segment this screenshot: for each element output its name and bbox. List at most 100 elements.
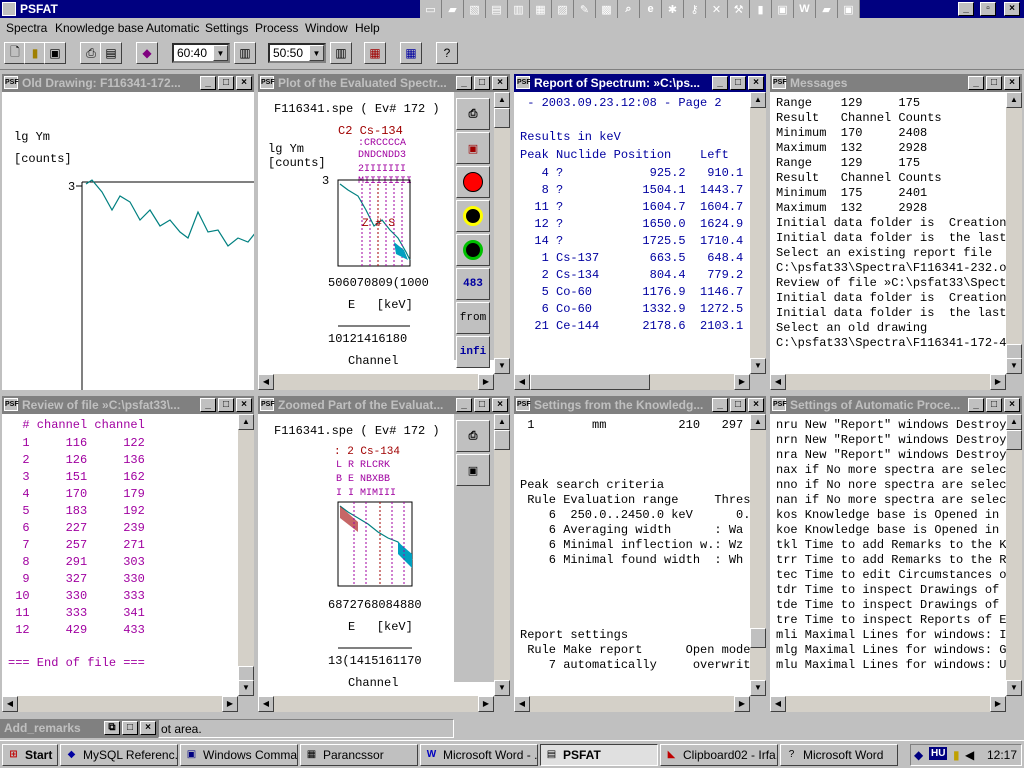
minimize-button[interactable]: _ (712, 398, 728, 412)
scroll-up-icon[interactable]: ▲ (750, 414, 766, 430)
maximize-button[interactable]: □ (986, 398, 1002, 412)
scroll-down-icon[interactable]: ▼ (1006, 680, 1022, 696)
maximize-button[interactable]: ▫ (980, 2, 996, 16)
scroll-thumb[interactable] (530, 374, 650, 390)
minimize-button[interactable]: _ (200, 398, 216, 412)
scroll-down-icon[interactable]: ▼ (750, 358, 766, 374)
horizontal-scrollbar[interactable]: ◀ ▶ (258, 374, 494, 390)
settings-icon[interactable]: ✱ (662, 0, 684, 18)
card-icon[interactable]: ▦ (530, 0, 552, 18)
settings-automatic-text[interactable]: nru New "Report" windows Destroy nrn New … (770, 414, 1006, 696)
scroll-up-icon[interactable]: ▲ (494, 92, 510, 108)
scroll-right-icon[interactable]: ▶ (990, 374, 1006, 390)
vertical-scrollbar[interactable]: ▲ ▼ (750, 92, 766, 374)
messages-text[interactable]: Range 129 175 Result Channel Counts Minimu… (770, 92, 1006, 374)
print-zoomed-button[interactable]: ⎙ (456, 420, 490, 452)
vertical-scrollbar[interactable]: ▲ ▼ (1006, 414, 1022, 696)
minimize-button[interactable]: _ (712, 76, 728, 90)
green-marker-button[interactable] (456, 234, 490, 266)
scroll-thumb[interactable] (494, 108, 510, 128)
maximize-button[interactable]: □ (730, 398, 746, 412)
scroll-left-icon[interactable]: ◀ (258, 696, 274, 712)
close-button[interactable]: × (1004, 398, 1020, 412)
copy-icon[interactable]: ▧ (464, 0, 486, 18)
save-plot-button[interactable]: ▣ (456, 132, 490, 164)
window-icon[interactable]: ▣ (772, 0, 794, 18)
scroll-down-icon[interactable]: ▼ (494, 358, 510, 374)
scroll-up-icon[interactable]: ▲ (238, 414, 254, 430)
task-word-1[interactable]: W Microsoft Word - ... (420, 744, 538, 766)
scroll-down-icon[interactable]: ▼ (1006, 358, 1022, 374)
vertical-scrollbar[interactable]: ▲ ▼ (494, 92, 510, 374)
ratio-apply-button-1[interactable]: ▥ (234, 42, 256, 64)
minimize-button[interactable]: _ (456, 76, 472, 90)
minimize-button[interactable]: _ (968, 76, 984, 90)
horizontal-scrollbar[interactable]: ◀ ▶ (258, 696, 494, 712)
note-icon[interactable]: ▩ (596, 0, 618, 18)
maximize-button[interactable]: □ (986, 76, 1002, 90)
yellow-marker-button[interactable] (456, 200, 490, 232)
scroll-right-icon[interactable]: ▶ (222, 696, 238, 712)
save-zoomed-button[interactable]: ▣ (456, 454, 490, 486)
scroll-up-icon[interactable]: ▲ (1006, 414, 1022, 430)
scroll-down-icon[interactable]: ▼ (494, 680, 510, 696)
zip-icon[interactable]: ▰ (816, 0, 838, 18)
scroll-left-icon[interactable]: ◀ (514, 696, 530, 712)
scroll-up-icon[interactable]: ▲ (750, 92, 766, 108)
search-icon[interactable]: ⌕ (618, 0, 640, 18)
task-word-2[interactable]: ? Microsoft Word (780, 744, 898, 766)
open-icon[interactable]: ▰ (442, 0, 464, 18)
knowledge-book-button[interactable]: ◆ (136, 42, 158, 64)
edit-icon[interactable]: ✎ (574, 0, 596, 18)
ratio-select-2[interactable]: 50:50 ▼ (268, 43, 326, 63)
scroll-down-icon[interactable]: ▼ (750, 680, 766, 696)
maximize-button[interactable]: □ (218, 76, 234, 90)
vertical-scrollbar[interactable]: ▲ ▼ (750, 414, 766, 696)
menu-process[interactable]: Process (255, 21, 298, 35)
menu-help[interactable]: Help (355, 21, 380, 35)
range-from-button[interactable]: from (456, 302, 490, 334)
page-icon[interactable]: ▤ (486, 0, 508, 18)
minimize-button[interactable]: _ (968, 398, 984, 412)
minimize-button[interactable]: _ (200, 76, 216, 90)
vertical-scrollbar[interactable]: ▲ ▼ (1006, 92, 1022, 374)
scroll-right-icon[interactable]: ▶ (734, 374, 750, 390)
close-button[interactable]: × (236, 76, 252, 90)
save-button[interactable]: ▣ (44, 42, 66, 64)
scroll-left-icon[interactable]: ◀ (2, 696, 18, 712)
close-button[interactable]: × (492, 398, 508, 412)
cascade-button[interactable]: ▦ (400, 42, 422, 64)
task-psfat[interactable]: ▤ PSFAT (540, 744, 658, 766)
open-file-button[interactable]: ▮ (24, 42, 46, 64)
close-button[interactable]: × (140, 721, 156, 735)
scroll-thumb[interactable] (494, 430, 510, 450)
print-button[interactable]: ⎙ (80, 42, 102, 64)
task-clipboard[interactable]: ◣ Clipboard02 - Irfa... (660, 744, 778, 766)
scroll-right-icon[interactable]: ▶ (478, 696, 494, 712)
menu-settings[interactable]: Settings (205, 21, 248, 35)
key-icon[interactable]: ⚷ (684, 0, 706, 18)
review-text[interactable]: # channel channel 1 116 122 2 126 136 3 … (2, 414, 238, 696)
scroll-left-icon[interactable]: ◀ (770, 374, 786, 390)
print-plot-button[interactable]: ⎙ (456, 98, 490, 130)
maximize-button[interactable]: □ (218, 398, 234, 412)
folder-icon[interactable]: ▭ (420, 0, 442, 18)
red-marker-button[interactable] (456, 166, 490, 198)
vertical-scrollbar[interactable]: ▲ ▼ (494, 414, 510, 696)
minimized-window-add-remarks[interactable]: Add_remarks ⧉ □ × (0, 719, 158, 738)
range-infinite-button[interactable]: infi (456, 336, 490, 368)
ratio-select-1[interactable]: 60:40 ▼ (172, 43, 230, 63)
scroll-left-icon[interactable]: ◀ (258, 374, 274, 390)
ratio-apply-button-2[interactable]: ▥ (330, 42, 352, 64)
task-mysql[interactable]: ◆ MySQL Referenc... (60, 744, 178, 766)
menu-automatic[interactable]: Automatic (146, 21, 199, 35)
clipboard-icon[interactable]: ▥ (508, 0, 530, 18)
scroll-right-icon[interactable]: ▶ (990, 696, 1006, 712)
image-icon[interactable]: ▣ (838, 0, 860, 18)
clock[interactable]: 12:17 (987, 748, 1017, 762)
horizontal-scrollbar[interactable]: ◀ ▶ (770, 696, 1006, 712)
scroll-up-icon[interactable]: ▲ (1006, 92, 1022, 108)
value-483-button[interactable]: 483 (456, 268, 490, 300)
ie-icon[interactable]: e (640, 0, 662, 18)
menu-spectra[interactable]: Spectra (6, 21, 47, 35)
